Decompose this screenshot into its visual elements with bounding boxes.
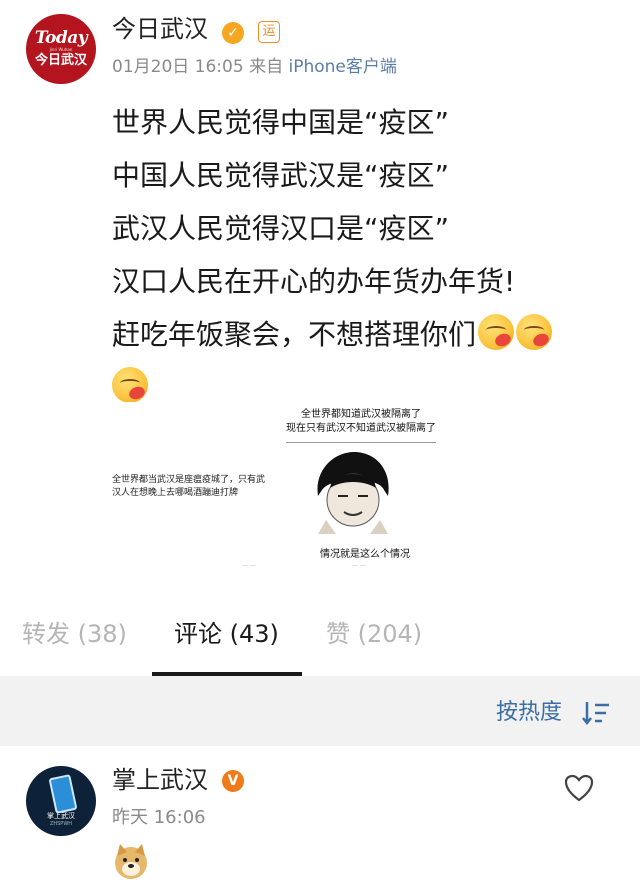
tab-reposts[interactable]: 转发 (38) xyxy=(22,618,127,650)
meme-panel: 全世界都知道武汉被隔离了 现在只有武汉不知道武汉被隔离了 情况就是这么个情况 xyxy=(276,402,444,572)
verified-icon: ✓ xyxy=(222,22,244,44)
tab-likes[interactable]: 赞 (204) xyxy=(326,618,422,650)
commenter-name[interactable]: 掌上武汉 xyxy=(112,764,208,796)
comment-item: 掌上武汉 ZHSPWH 掌上武汉 V 昨天 16:06 xyxy=(0,746,640,891)
verified-icon: V xyxy=(222,770,244,792)
post-line: 中国人民觉得武汉是“疫区” xyxy=(112,159,450,192)
post-tabs: 转发 (38) 评论 (43) 赞 (204) xyxy=(0,600,640,676)
sort-bar: 按热度 xyxy=(0,676,640,746)
avatar-logo-cn: 今日武汉 xyxy=(34,52,87,68)
commenter-avatar-text: 掌上武汉 xyxy=(47,812,75,820)
doge-emoji-icon xyxy=(115,844,147,879)
phone-icon xyxy=(48,774,78,814)
post-line: 汉口人民在开心的办年货办年货! xyxy=(112,265,516,298)
blowing-kiss-emoji-icon xyxy=(112,367,148,403)
avatar-logo-sub: Jinri Wuhan xyxy=(49,46,73,52)
post-line-text: 赶吃年饭聚会，不想搭理你们 xyxy=(112,318,477,351)
blowing-kiss-emoji-icon xyxy=(478,314,515,350)
blowing-kiss-emoji-icon xyxy=(516,314,553,350)
tab-comments[interactable]: 评论 (43) xyxy=(174,618,279,650)
post-header: Today Jinri Wuhan 今日武汉 今日武汉 ✓ 运 01月20日 1… xyxy=(0,0,640,90)
meme-top-caption-line: 全世界都知道武汉被隔离了 xyxy=(301,409,421,420)
post-source[interactable]: iPhone客户端 xyxy=(288,57,396,77)
watermark-mark: — — xyxy=(242,562,256,569)
meme-left-text: 全世界都当武汉是座瘟疫城了，只有武汉人在想晚上去哪喝酒蹦迪打牌 xyxy=(112,475,266,498)
sort-icon[interactable] xyxy=(582,700,610,726)
sort-by-hot-button[interactable]: 按热度 xyxy=(496,698,562,728)
author-name[interactable]: 今日武汉 xyxy=(112,14,208,44)
meme-face-icon xyxy=(317,452,389,534)
source-prefix: 来自 xyxy=(249,57,284,77)
post-line: 世界人民觉得中国是“疫区” xyxy=(112,106,450,139)
heart-icon[interactable] xyxy=(564,774,594,802)
commenter-avatar-subtext: ZHSPWH xyxy=(49,821,73,827)
watermark-mark: — — xyxy=(352,562,366,569)
commenter-avatar[interactable]: 掌上武汉 ZHSPWH xyxy=(26,766,96,836)
post-date: 01月20日 16:05 xyxy=(112,57,244,77)
comment-time: 昨天 16:06 xyxy=(112,807,206,828)
post-line: 武汉人民觉得汉口是“疫区” xyxy=(112,212,450,245)
author-avatar[interactable]: Today Jinri Wuhan 今日武汉 xyxy=(26,14,96,84)
meme-top-caption: 全世界都知道武汉被隔离了 现在只有武汉不知道武汉被隔离了 xyxy=(278,408,444,436)
meme-divider xyxy=(286,442,436,443)
post-body: 世界人民觉得中国是“疫区” 中国人民觉得武汉是“疫区” 武汉人民觉得汉口是“疫区… xyxy=(112,96,612,414)
post-meta: 01月20日 16:05 来自 iPhone客户端 xyxy=(112,56,397,78)
meme-bottom-caption: 情况就是这么个情况 xyxy=(320,549,410,560)
avatar-logo-text: Today xyxy=(34,27,88,48)
yun-tag-icon[interactable]: 运 xyxy=(258,21,280,43)
post-image[interactable]: 全世界都当武汉是座瘟疫城了，只有武汉人在想晚上去哪喝酒蹦迪打牌 全世界都知道武汉… xyxy=(112,402,444,572)
post-line-with-emoji: 赶吃年饭聚会，不想搭理你们 xyxy=(112,308,612,361)
meme-top-caption-line: 现在只有武汉不知道武汉被隔离了 xyxy=(286,423,436,434)
